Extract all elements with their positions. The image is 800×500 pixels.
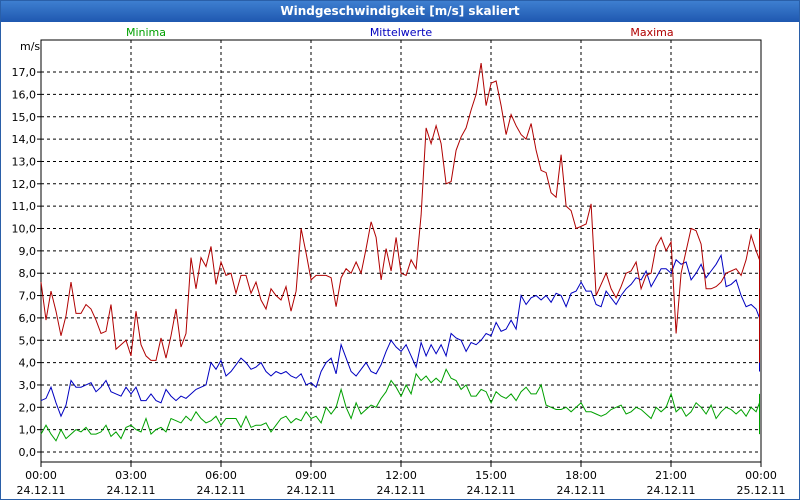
y-tick-label: 17,0 [12,66,37,79]
legend: Minima Mittelwerte Maxima [126,26,674,39]
series-line-maxima [40,63,760,363]
y-tick-label: 0,0 [19,446,37,459]
x-tick-time-label: 18:00 [565,469,597,482]
y-tick-label: 12,0 [12,178,37,191]
y-tick-label: 14,0 [12,133,37,146]
y-axis-ticks: 0,0 1,0 2,0 3,0 4,0 5,0 6,0 7,0 8,0 9,0 10,0 11,0 12… [12,66,41,459]
x-tick-date-label: 24.12.11 [557,484,606,497]
y-tick-label: 10,0 [12,223,37,236]
x-axis-ticks: 00:00 24.12.11 03:00 24.12.11 06:00 24.12.11 0… [17,462,786,497]
legend-minima: Minima [126,26,166,39]
grid-lines [41,40,761,462]
y-tick-label: 16,0 [12,88,37,101]
x-tick-time-label: 09:00 [295,469,327,482]
x-tick-time-label: 00:00 [745,469,777,482]
x-tick-date-label: 24.12.11 [287,484,336,497]
x-tick-date-label: 24.12.11 [467,484,516,497]
y-tick-label: 4,0 [19,357,37,370]
y-tick-label: 13,0 [12,155,37,168]
legend-maxima: Maxima [630,26,673,39]
series-lines [40,63,760,442]
x-tick-time-label: 03:00 [115,469,147,482]
x-tick-date-label: 24.12.11 [17,484,66,497]
y-tick-label: 7,0 [19,290,37,303]
x-tick-date-label: 24.12.11 [377,484,426,497]
y-tick-label: 5,0 [19,334,37,347]
series-line-minima [40,368,760,442]
x-tick-time-label: 12:00 [385,469,417,482]
series-line-mittelwerte [40,253,760,418]
x-tick-date-label: 24.12.11 [647,484,696,497]
wind-speed-chart: m/s 0,0 1,0 2,0 3,0 4,0 5,0 6,0 7,0 8,0 9,0 10,0 11… [12,26,786,497]
x-tick-date-label: 25.12.11 [737,484,786,497]
x-tick-date-label: 24.12.11 [107,484,156,497]
legend-mittelwerte: Mittelwerte [370,26,433,39]
y-tick-label: 11,0 [12,200,37,213]
x-tick-time-label: 15:00 [475,469,507,482]
y-tick-label: 1,0 [19,424,37,437]
y-tick-label: 2,0 [19,401,37,414]
y-tick-label: 6,0 [19,312,37,325]
x-tick-time-label: 21:00 [655,469,687,482]
y-tick-label: 9,0 [19,245,37,258]
y-tick-label: 8,0 [19,267,37,280]
x-tick-date-label: 24.12.11 [197,484,246,497]
y-tick-label: 15,0 [12,111,37,124]
x-tick-time-label: 00:00 [25,469,57,482]
y-tick-label: 3,0 [19,379,37,392]
x-tick-time-label: 06:00 [205,469,237,482]
y-axis-unit-label: m/s [20,40,40,53]
